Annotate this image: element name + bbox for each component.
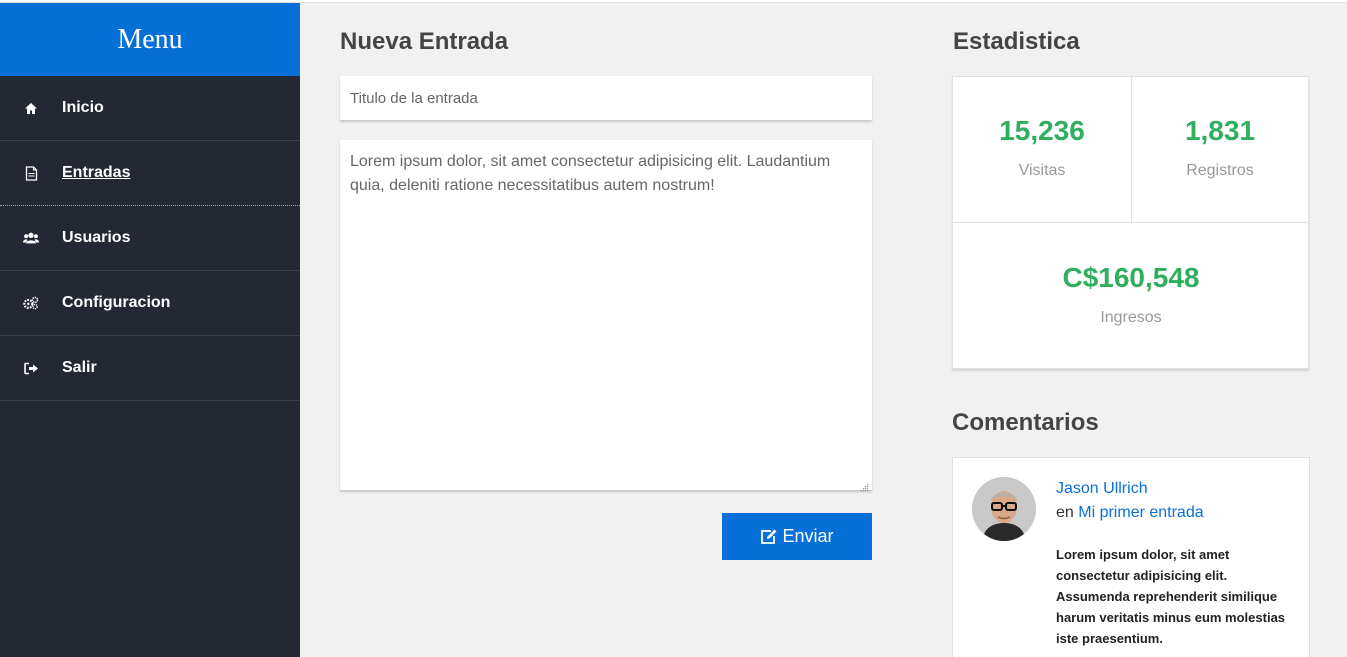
stat-visits: 15,236 Visitas <box>953 115 1131 180</box>
sidebar-item-label: Configuracion <box>62 294 171 311</box>
submit-button[interactable]: Enviar <box>722 513 872 560</box>
submit-button-label: Enviar <box>782 526 834 546</box>
sidebar-item-configuracion[interactable]: Configuracion <box>0 271 300 336</box>
sign-out-icon <box>23 360 39 376</box>
stat-income: C$160,548 Ingresos <box>953 262 1309 327</box>
comments-title: Comentarios <box>952 409 1099 436</box>
stats-title: Estadistica <box>953 28 1080 55</box>
stats-divider <box>953 222 1308 223</box>
home-icon <box>23 100 39 116</box>
sidebar-item-label: Inicio <box>62 99 104 116</box>
sidebar-item-label: Salir <box>62 359 97 376</box>
stat-label: Visitas <box>1018 162 1066 179</box>
stat-label: Ingresos <box>1100 309 1162 326</box>
title-input[interactable] <box>340 76 872 120</box>
stat-registrations: 1,831 Registros <box>1131 115 1309 180</box>
comment-meta-prefix: en <box>1056 504 1074 521</box>
sidebar-header: Menu <box>0 3 300 76</box>
document-icon <box>23 165 39 181</box>
sidebar-item-label: Entradas <box>62 164 131 181</box>
sidebar-item-label: Usuarios <box>62 229 131 246</box>
stats-panel: 15,236 Visitas 1,831 Registros C$160,548… <box>952 76 1309 369</box>
page-title: Nueva Entrada <box>340 28 509 55</box>
gears-icon <box>23 295 39 311</box>
body-textarea[interactable]: Lorem ipsum dolor, sit amet consectetur … <box>340 140 872 490</box>
sidebar: Menu Inicio Entradas Usuarios Configurac… <box>0 3 300 657</box>
comment-post-link[interactable]: Mi primer entrada <box>1078 504 1203 521</box>
users-icon <box>23 230 39 246</box>
avatar <box>972 477 1036 541</box>
sidebar-item-salir[interactable]: Salir <box>0 336 300 401</box>
stat-value: 15,236 <box>999 115 1085 146</box>
comment-text: Lorem ipsum dolor, sit amet consectetur … <box>1056 547 1286 646</box>
comment-card: Jason Ullrich en Mi primer entrada Lorem… <box>952 457 1310 657</box>
comment-meta: en Mi primer entrada <box>1056 504 1204 522</box>
edit-icon <box>760 529 778 545</box>
sidebar-item-entradas[interactable]: Entradas <box>0 141 300 206</box>
stat-value: 1,831 <box>1184 115 1256 146</box>
sidebar-item-usuarios[interactable]: Usuarios <box>0 206 300 271</box>
stat-label: Registros <box>1186 162 1254 179</box>
stat-value: C$160,548 <box>1062 262 1200 293</box>
comment-author-link[interactable]: Jason Ullrich <box>1056 480 1148 498</box>
sidebar-item-inicio[interactable]: Inicio <box>0 76 300 141</box>
resize-handle-icon[interactable] <box>860 479 869 492</box>
